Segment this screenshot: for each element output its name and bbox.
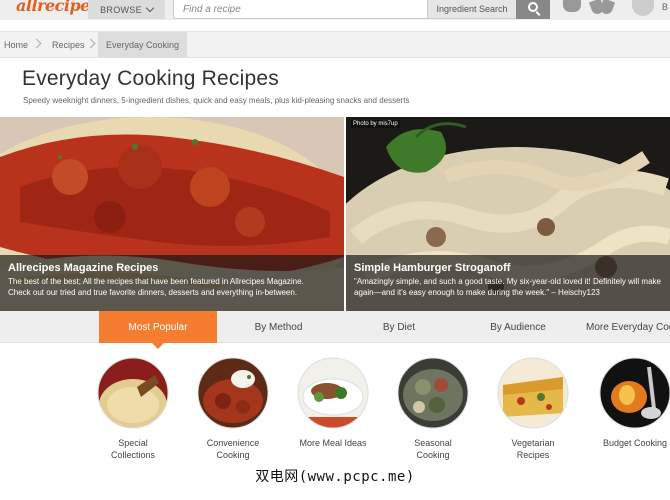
chevron-right-icon [85, 38, 96, 49]
hero-description: The best of the best; All the recipes th… [8, 277, 304, 297]
category-label: Budget Cooking [602, 438, 668, 448]
hero-caption: Allrecipes Magazine Recipes The best of … [0, 255, 344, 311]
ingredient-search-button[interactable]: Ingredient Search [428, 0, 516, 19]
special-collections-thumbnail [97, 357, 169, 429]
avatar[interactable] [632, 0, 654, 16]
chevron-down-icon [145, 3, 155, 12]
category-label: More Meal Ideas [299, 438, 367, 448]
top-header: allrecipes! BROWSE Ingredient Search B [0, 0, 670, 20]
category-vegetarian-recipes[interactable]: Vegetarian Recipes [488, 357, 578, 461]
more-meal-ideas-thumbnail [297, 357, 369, 429]
tab-by-method[interactable]: By Method [217, 311, 340, 343]
chevron-right-icon [31, 38, 42, 49]
hero-title[interactable]: Allrecipes Magazine Recipes [8, 262, 336, 274]
tab-by-audience[interactable]: By Audience [458, 311, 578, 343]
tab-most-popular[interactable]: Most Popular [99, 311, 217, 349]
search-icon [528, 1, 538, 12]
browse-button[interactable]: BROWSE [88, 0, 165, 19]
category-seasonal-cooking[interactable]: Seasonal Cooking [388, 357, 478, 461]
category-budget-cooking[interactable]: Budget Cooking [590, 357, 670, 449]
page-title: Everyday Cooking Recipes [22, 67, 279, 90]
category-special-collections[interactable]: Special Collections [88, 357, 178, 461]
browse-label: BROWSE [100, 4, 142, 15]
search-button[interactable] [516, 0, 550, 19]
watermark: 双电网(www.pcpc.me) [255, 469, 415, 485]
breadcrumb-recipes[interactable]: Recipes [52, 32, 85, 57]
convenience-cooking-thumbnail [197, 357, 269, 429]
page-subtitle: Speedy weeknight dinners, 5-ingredient d… [23, 96, 410, 105]
breadcrumb-home[interactable]: Home [4, 32, 28, 57]
hero-card-magazine[interactable]: Allrecipes Magazine Recipes The best of … [0, 117, 344, 311]
vegetarian-recipes-thumbnail [497, 357, 569, 429]
category-label: Convenience Cooking [206, 438, 260, 460]
category-label: Special Collections [110, 438, 156, 460]
hero-description: "Amazingly simple, and such a good taste… [354, 277, 661, 297]
budget-cooking-thumbnail [599, 357, 670, 429]
bell-icon[interactable] [563, 0, 581, 12]
category-convenience-cooking[interactable]: Convenience Cooking [188, 357, 278, 461]
breadcrumb-everyday-cooking: Everyday Cooking [98, 32, 188, 57]
category-label: Seasonal Cooking [414, 438, 452, 460]
hero-title[interactable]: Simple Hamburger Stroganoff [354, 262, 662, 274]
tab-more-everyday-cooking[interactable]: More Everyday Cooking [586, 311, 670, 343]
user-name[interactable]: B [662, 2, 668, 12]
category-tabs: Most Popular By Method By Diet By Audien… [0, 311, 670, 349]
category-more-meal-ideas[interactable]: More Meal Ideas [288, 357, 378, 449]
photo-credit: Photo by mis7up [351, 120, 400, 128]
seasonal-cooking-thumbnail [397, 357, 469, 429]
hero-caption: Simple Hamburger Stroganoff "Amazingly s… [346, 255, 670, 311]
search-input[interactable] [173, 0, 428, 19]
tab-by-diet[interactable]: By Diet [340, 311, 458, 343]
heart-icon[interactable] [591, 0, 613, 14]
hero-card-stroganoff[interactable]: Photo by mis7up Simple Hamburger Strogan… [346, 117, 670, 311]
breadcrumb: Home Recipes Everyday Cooking [0, 31, 670, 58]
category-label: Vegetarian Recipes [511, 438, 555, 460]
